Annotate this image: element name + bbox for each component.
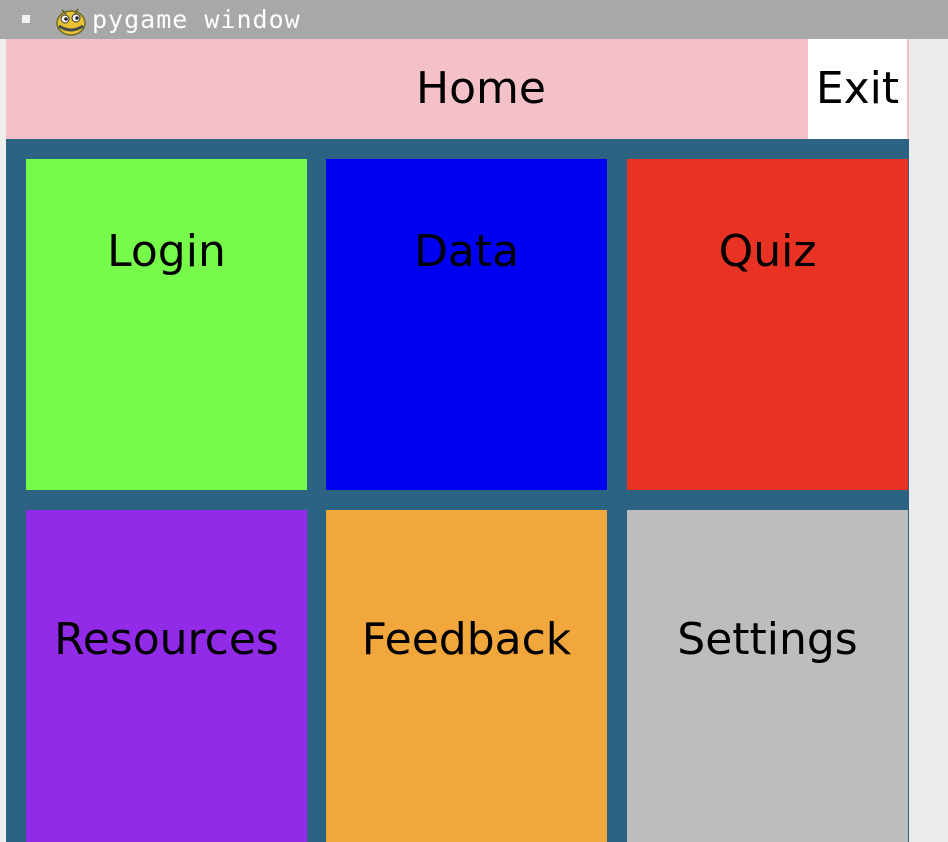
resources-tile-button[interactable]: Resources: [26, 510, 307, 842]
title-bar[interactable]: pygame window: [0, 0, 948, 39]
exit-button[interactable]: Exit: [808, 39, 907, 139]
settings-tile-button[interactable]: Settings: [627, 510, 908, 842]
login-tile-label: Login: [107, 226, 226, 277]
feedback-tile-button[interactable]: Feedback: [326, 510, 607, 842]
pygame-snake-icon: [56, 8, 86, 36]
window-title: pygame window: [92, 5, 301, 34]
pygame-window: Home Exit Login Data Quiz Resources Feed…: [6, 39, 909, 842]
quiz-tile-label: Quiz: [718, 226, 817, 277]
desktop-background: [909, 39, 948, 842]
data-tile-label: Data: [413, 226, 520, 277]
quiz-tile-button[interactable]: Quiz: [627, 159, 908, 490]
settings-tile-label: Settings: [677, 614, 858, 665]
data-tile-button[interactable]: Data: [326, 159, 607, 490]
feedback-tile-label: Feedback: [361, 614, 572, 665]
window-menu-icon[interactable]: [22, 15, 30, 23]
resources-tile-label: Resources: [54, 614, 279, 665]
header-bar: [6, 39, 909, 139]
login-tile-button[interactable]: Login: [26, 159, 307, 490]
